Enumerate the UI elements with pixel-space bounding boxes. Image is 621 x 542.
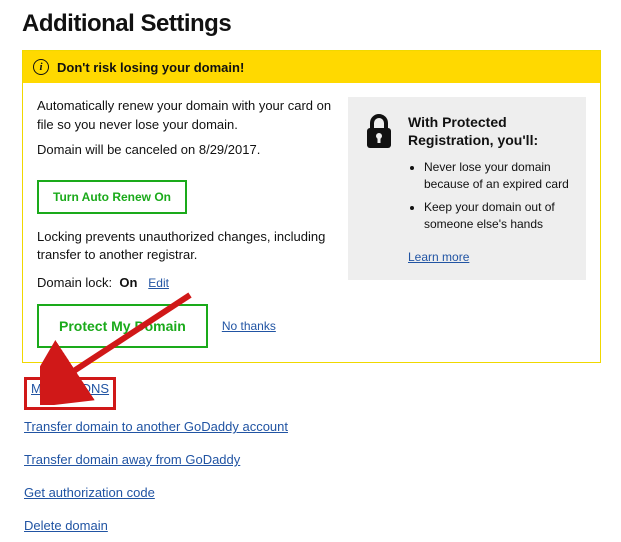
highlight-annotation: Manage DNS [24, 377, 116, 410]
info-icon: i [33, 59, 49, 75]
domain-lock-row: Domain lock: On Edit [37, 275, 334, 290]
sidebox-heading: With Protected Registration, you'll: [408, 113, 570, 149]
protect-row: Protect My Domain No thanks [37, 304, 334, 348]
panel-body: Automatically renew your domain with you… [23, 83, 600, 362]
transfer-to-account-link[interactable]: Transfer domain to another GoDaddy accou… [24, 420, 288, 433]
domain-lock-status: On [119, 275, 137, 290]
manage-dns-link[interactable]: Manage DNS [31, 382, 109, 395]
page-title: Additional Settings [22, 10, 601, 38]
alert-bar: i Don't risk losing your domain! [23, 51, 600, 83]
learn-more-link[interactable]: Learn more [408, 250, 469, 264]
no-thanks-link[interactable]: No thanks [222, 319, 276, 333]
additional-links: Manage DNS Transfer domain to another Go… [24, 377, 601, 542]
autorenew-description: Automatically renew your domain with you… [37, 97, 334, 135]
sidebox-bullet-list: Never lose your domain because of an exp… [408, 159, 570, 232]
protected-registration-box: With Protected Registration, you'll: Nev… [348, 97, 586, 280]
sidebox-bullet: Keep your domain out of someone else's h… [424, 199, 570, 233]
alert-text: Don't risk losing your domain! [57, 60, 244, 75]
delete-domain-link[interactable]: Delete domain [24, 519, 108, 532]
turn-auto-renew-on-button[interactable]: Turn Auto Renew On [37, 180, 187, 214]
settings-panel: i Don't risk losing your domain! Automat… [22, 50, 601, 363]
lock-icon [364, 113, 394, 154]
get-authorization-code-link[interactable]: Get authorization code [24, 486, 155, 499]
left-column: Automatically renew your domain with you… [37, 97, 334, 348]
cancel-date-text: Domain will be canceled on 8/29/2017. [37, 141, 334, 160]
transfer-away-link[interactable]: Transfer domain away from GoDaddy [24, 453, 240, 466]
edit-domain-lock-link[interactable]: Edit [148, 276, 169, 290]
locking-description: Locking prevents unauthorized changes, i… [37, 228, 334, 266]
sidebox-bullet: Never lose your domain because of an exp… [424, 159, 570, 193]
protect-my-domain-button[interactable]: Protect My Domain [37, 304, 208, 348]
domain-lock-label: Domain lock: [37, 275, 112, 290]
